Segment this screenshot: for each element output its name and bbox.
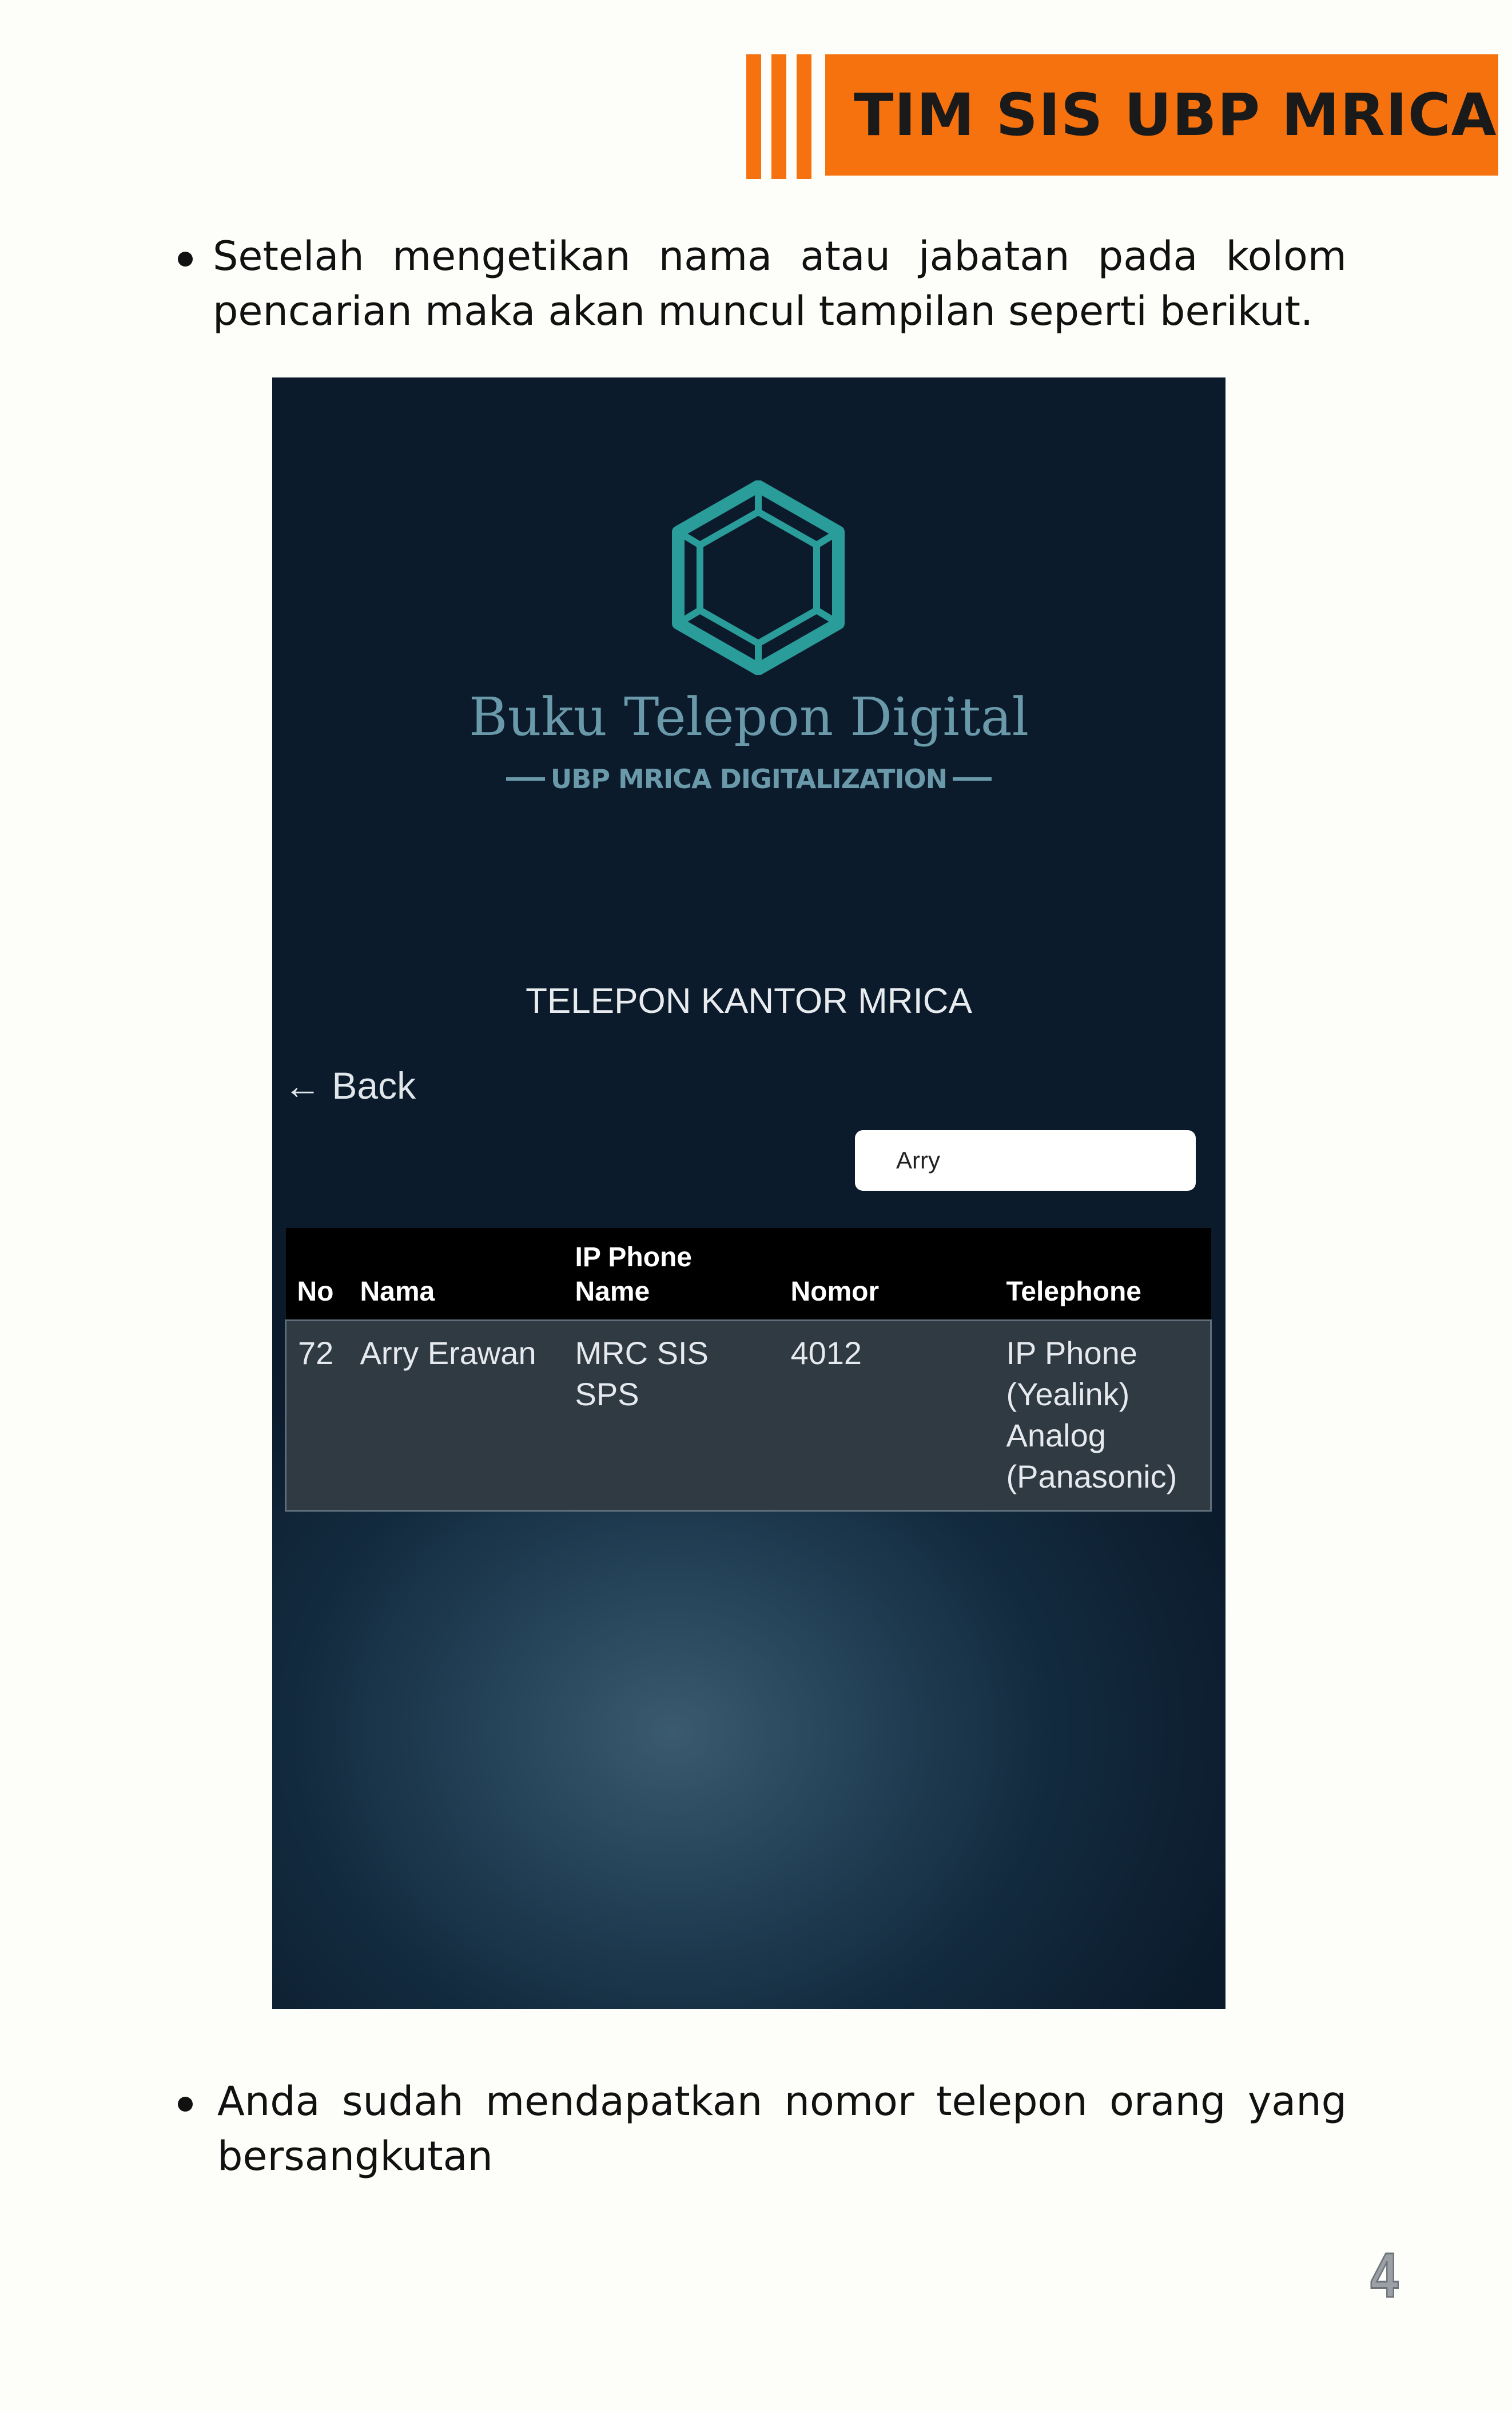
column-header-ip-phone-name: IP Phone Name [563, 1228, 779, 1321]
results-table: No Nama IP Phone Name Nomor Telephone 72… [285, 1228, 1212, 1512]
page-number: 4 [1370, 2240, 1399, 2312]
app-logo-subtitle-row: UBP MRICA DIGITALIZATION [272, 764, 1225, 794]
header-stripe [746, 54, 761, 179]
header-stripe [771, 54, 786, 179]
subtitle-line-right [953, 777, 992, 781]
cell-telephone: IP Phone (Yealink) Analog (Panasonic) [994, 1320, 1211, 1511]
table-header-row: No Nama IP Phone Name Nomor Telephone [285, 1228, 1211, 1321]
bullet-text-2: Anda sudah mendapatkan nomor telepon ora… [217, 2078, 1347, 2180]
app-screenshot: Buku Telepon Digital UBP MRICA DIGITALIZ… [272, 377, 1225, 2009]
table-row: 72 Arry Erawan MRC SIS SPS 4012 IP Phone… [285, 1320, 1211, 1511]
header-stripe [797, 54, 811, 179]
app-logo-subtitle: UBP MRICA DIGITALIZATION [550, 764, 948, 794]
cell-no: 72 [285, 1320, 349, 1511]
column-header-nomor: Nomor [779, 1228, 995, 1321]
search-input[interactable] [855, 1130, 1196, 1191]
column-header-no: No [285, 1228, 349, 1321]
back-link[interactable]: ← Back [284, 1064, 416, 1107]
cell-nama: Arry Erawan [348, 1320, 564, 1511]
bullet-dot [178, 252, 193, 267]
bullet-text-1: Setelah mengetikan nama atau jabatan pad… [213, 233, 1347, 335]
cell-ip-phone-name: MRC SIS SPS [563, 1320, 779, 1511]
screen-heading: TELEPON KANTOR MRICA [526, 981, 972, 1021]
subtitle-line-left [506, 777, 545, 781]
header-title: TIM SIS UBP MRICA [854, 81, 1497, 149]
app-logo-title: Buku Telepon Digital [468, 686, 1029, 748]
column-header-nama: Nama [348, 1228, 564, 1321]
hexagon-icon [672, 480, 845, 675]
bullet-dot [178, 2097, 193, 2112]
cell-nomor: 4012 [779, 1320, 995, 1511]
header-banner: TIM SIS UBP MRICA [825, 54, 1498, 176]
column-header-telephone: Telephone [994, 1228, 1211, 1321]
